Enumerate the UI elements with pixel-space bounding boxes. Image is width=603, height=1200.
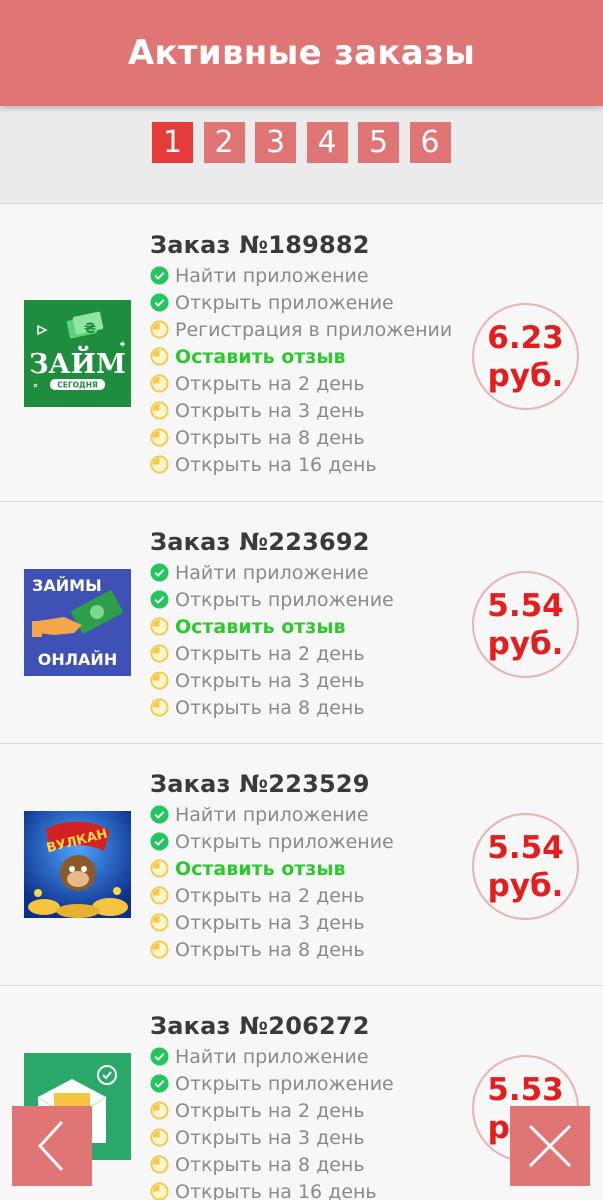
page-button-3[interactable]: 3 [255,122,296,163]
price-badge: 6.23 руб. [472,303,579,410]
clock-pending-icon [150,886,169,905]
check-circle-icon [150,590,169,609]
page-button-2[interactable]: 2 [203,122,245,163]
price-badge: 5.54 руб. [472,813,579,920]
pagination: 1 2 3 4 5 6 [152,122,461,163]
svg-text:₴: ₴ [84,321,96,337]
price-value: 5.54 [487,829,564,866]
order-steps: Найти приложение Открыть приложение Оста… [150,801,394,963]
step-item: Открыть на 8 день [150,936,394,963]
close-button[interactable] [510,1106,590,1186]
check-circle-icon [150,563,169,582]
chevron-left-icon [37,1120,64,1172]
order-title: Заказ №223529 [150,770,370,798]
svg-text:СЕГОДНЯ: СЕГОДНЯ [57,381,98,390]
check-circle-icon [150,1047,169,1066]
svg-text:ЗАЙМ: ЗАЙМ [29,345,126,380]
order-card[interactable]: ЗАЙМЫ ОНЛАЙН Заказ №223692 Найти приложе… [0,502,603,744]
clock-pending-icon [150,940,169,959]
page-button-1[interactable]: 1 [152,122,193,163]
order-card[interactable]: ВУЛКАН Заказ №223529 Найти приложение От… [0,744,603,986]
order-steps: Найти приложение Открыть приложение Откр… [150,1043,394,1200]
page-button-6[interactable]: 6 [409,122,451,163]
clock-pending-icon [150,644,169,663]
step-item: Найти приложение [150,1043,394,1070]
clock-pending-icon [150,859,169,878]
clock-pending-icon [150,428,169,447]
check-circle-icon [150,832,169,851]
step-item: Открыть приложение [150,1070,394,1097]
step-item: Открыть на 8 день [150,694,394,721]
step-item: Открыть на 2 день [150,1097,394,1124]
svg-text:ЗАЙМЫ: ЗАЙМЫ [32,576,102,595]
svg-text:ОНЛАЙН: ОНЛАЙН [38,650,117,669]
price-unit: руб. [487,867,564,904]
step-item: Открыть на 2 день [150,370,452,397]
page-button-5[interactable]: 5 [358,122,399,163]
orders-list: ₴ ЗАЙМ СЕГОДНЯ Заказ №189882 Найти прило… [0,205,603,1200]
check-circle-icon [150,293,169,312]
step-item: Найти приложение [150,559,394,586]
back-button[interactable] [12,1106,92,1186]
step-item: Найти приложение [150,262,452,289]
price-value: 6.23 [487,319,564,356]
check-circle-icon [150,805,169,824]
step-item: Найти приложение [150,801,394,828]
order-steps: Найти приложение Открыть приложение Оста… [150,559,394,721]
step-item: Открыть на 2 день [150,882,394,909]
clock-pending-icon [150,374,169,393]
clock-pending-icon [150,401,169,420]
clock-pending-icon [150,913,169,932]
order-title: Заказ №206272 [150,1012,370,1040]
clock-pending-icon [150,1182,169,1200]
clock-pending-icon [150,320,169,339]
step-item: Открыть на 8 день [150,424,452,451]
step-item: Открыть приложение [150,828,394,855]
step-item: Регистрация в приложении [150,316,452,343]
price-unit: руб. [487,625,564,662]
clock-pending-icon [150,671,169,690]
step-item: Открыть на 3 день [150,397,452,424]
app-header: Активные заказы [0,0,603,106]
order-steps: Найти приложение Открыть приложение Реги… [150,262,452,478]
step-item-current: Оставить отзыв [150,343,452,370]
zaimy-online-icon: ЗАЙМЫ ОНЛАЙН [24,569,131,676]
price-value: 5.54 [487,587,564,624]
clock-pending-icon [150,347,169,366]
step-item: Открыть на 8 день [150,1151,394,1178]
clock-pending-icon [150,698,169,717]
price-badge: 5.54 руб. [472,571,579,678]
price-value: 5.53 [487,1071,564,1108]
page-button-4[interactable]: 4 [306,122,348,163]
check-circle-icon [150,1074,169,1093]
clock-pending-icon [150,1101,169,1120]
clock-pending-icon [150,1155,169,1174]
step-item: Открыть на 3 день [150,667,394,694]
page-title: Активные заказы [127,33,476,73]
pagination-bar: 1 2 3 4 5 6 [0,106,603,204]
order-title: Заказ №189882 [150,231,370,259]
step-item: Открыть на 3 день [150,909,394,936]
step-item-current: Оставить отзыв [150,613,394,640]
step-item: Открыть на 2 день [150,640,394,667]
step-item: Открыть приложение [150,586,394,613]
vulkan-slots-icon: ВУЛКАН [24,811,131,918]
clock-pending-icon [150,1128,169,1147]
order-card[interactable]: ₴ ЗАЙМ СЕГОДНЯ Заказ №189882 Найти прило… [0,205,603,502]
step-item: Открыть на 16 день [150,451,452,478]
step-item: Открыть на 16 день [150,1178,394,1200]
step-item-current: Оставить отзыв [150,855,394,882]
clock-pending-icon [150,617,169,636]
step-item: Открыть приложение [150,289,452,316]
order-title: Заказ №223692 [150,528,370,556]
zaim-segodnya-icon: ₴ ЗАЙМ СЕГОДНЯ [24,300,131,407]
check-circle-icon [150,266,169,285]
price-unit: руб. [487,357,564,394]
close-icon [528,1124,572,1168]
clock-pending-icon [150,455,169,474]
step-item: Открыть на 3 день [150,1124,394,1151]
